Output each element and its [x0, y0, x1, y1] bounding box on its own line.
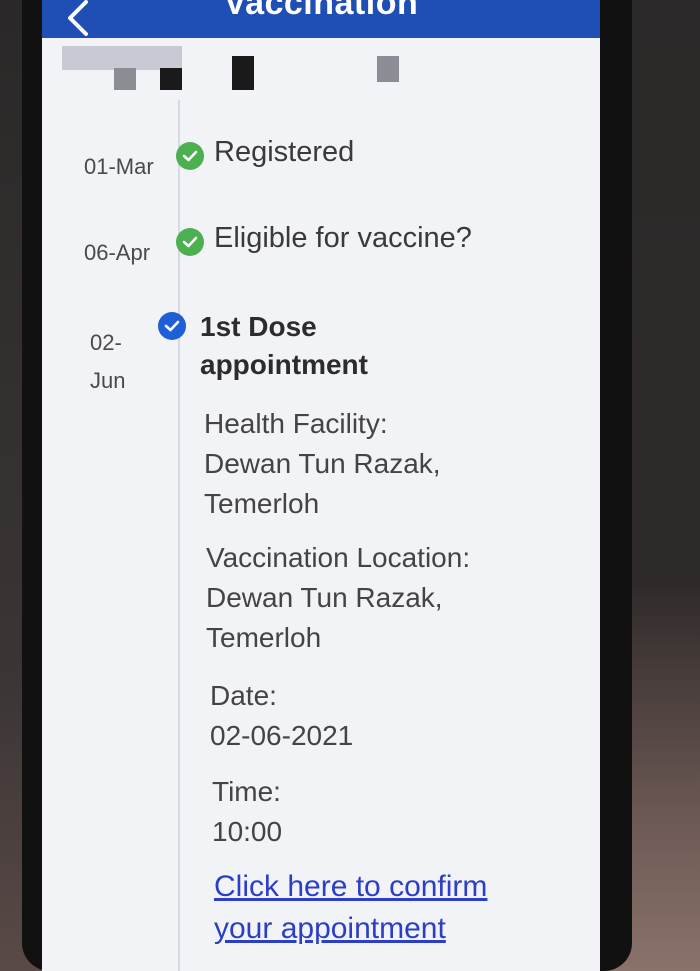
redaction-block: [160, 68, 182, 90]
step-label-registered: Registered: [214, 136, 355, 168]
appointment-title-line2: appointment: [200, 349, 368, 380]
app-screen: Vaccination 01-Mar Registered 06-Apr Eli…: [42, 0, 600, 971]
check-circle-icon: [158, 312, 186, 340]
vaccination-location-section: Vaccination Location: Dewan Tun Razak, T…: [206, 538, 566, 658]
appointment-time-section: Time: 10:00: [212, 772, 572, 852]
confirm-appointment-link[interactable]: Click here to confirm your appointment: [214, 866, 574, 950]
page-title: Vaccination: [223, 0, 419, 22]
redaction-block: [232, 56, 254, 90]
step-date: 06-Apr: [84, 240, 151, 265]
appointment-date-label: Date:: [210, 680, 277, 711]
check-circle-icon: [176, 228, 204, 256]
redaction-block: [377, 56, 399, 82]
appointment-date-value: 02-06-2021: [210, 720, 354, 751]
check-circle-icon: [176, 142, 204, 170]
vaccination-location-label: Vaccination Location:: [206, 542, 471, 573]
confirm-link-line2[interactable]: your appointment: [214, 908, 574, 950]
redaction-block: [114, 68, 136, 90]
confirm-link-line1[interactable]: Click here to confirm: [214, 866, 574, 908]
health-facility-label: Health Facility:: [204, 408, 388, 439]
redacted-user-info: [42, 38, 600, 90]
step-date: 01-Mar: [84, 154, 154, 179]
redaction-block: [62, 46, 182, 70]
vaccination-location-line1: Dewan Tun Razak,: [206, 582, 443, 613]
step-date-line2: Jun: [90, 368, 126, 393]
appointment-time-label: Time:: [212, 776, 281, 807]
step-date-line1: 02-: [90, 330, 122, 355]
appointment-title-line1: 1st Dose: [200, 311, 317, 342]
appointment-time-value: 10:00: [212, 816, 283, 847]
health-facility-section: Health Facility: Dewan Tun Razak, Temerl…: [204, 404, 564, 524]
health-facility-line1: Dewan Tun Razak,: [204, 448, 441, 479]
appointment-title: 1st Dose appointment: [200, 308, 520, 384]
health-facility-line2: Temerloh: [204, 488, 320, 519]
step-label-eligible: Eligible for vaccine?: [214, 222, 472, 254]
app-header: Vaccination: [42, 0, 600, 38]
appointment-date-section: Date: 02-06-2021: [210, 676, 570, 756]
vaccination-location-line2: Temerloh: [206, 622, 322, 653]
